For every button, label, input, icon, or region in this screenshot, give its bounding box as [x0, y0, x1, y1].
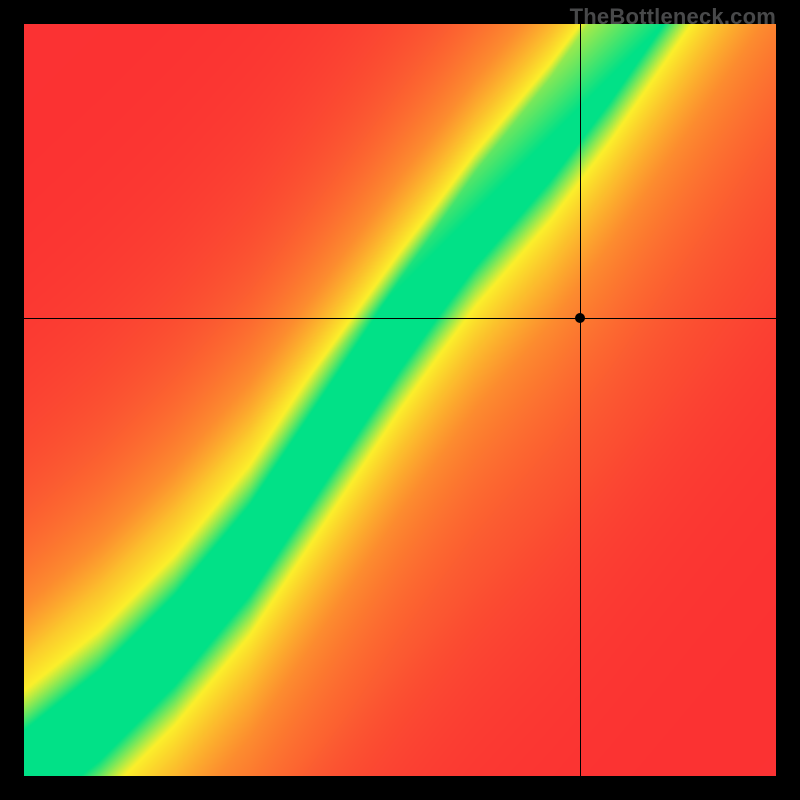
chart-frame: TheBottleneck.com: [0, 0, 800, 800]
plot-area: [24, 24, 776, 776]
heatmap-canvas: [24, 24, 776, 776]
